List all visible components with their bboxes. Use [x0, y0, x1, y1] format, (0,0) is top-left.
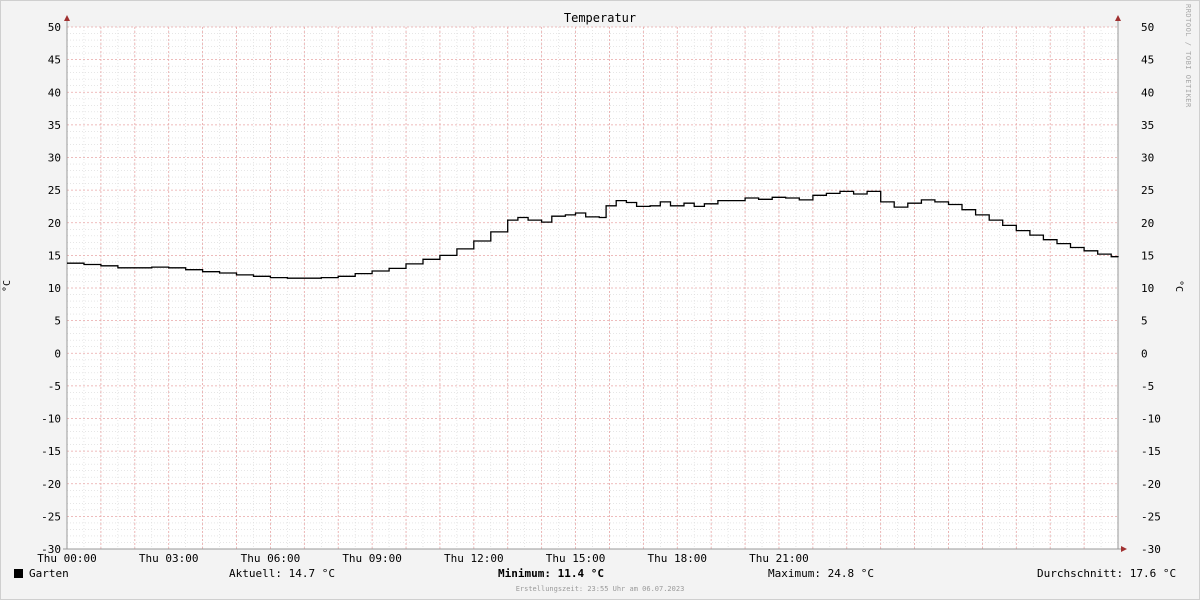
y-tick-label-right: 45	[1141, 54, 1154, 67]
y-axis-label-left: °C	[2, 280, 13, 293]
y-tick-label-right: 35	[1141, 119, 1154, 132]
stat-current: Aktuell: 14.7 °C	[229, 567, 335, 580]
y-tick-label-left: -5	[48, 380, 61, 393]
y-tick-label-left: 10	[48, 282, 61, 295]
y-tick-label-right: 25	[1141, 184, 1154, 197]
x-tick-label: Thu 12:00	[444, 552, 504, 565]
y-tick-label-right: -20	[1141, 478, 1161, 491]
y-tick-label-left: 15	[48, 249, 61, 262]
y-tick-label-left: -25	[41, 510, 61, 523]
x-tick-label: Thu 00:00	[37, 552, 97, 565]
y-tick-label-left: -20	[41, 478, 61, 491]
y-tick-label-left: -15	[41, 445, 61, 458]
stat-maximum: Maximum: 24.8 °C	[768, 567, 874, 580]
y-tick-label-right: 30	[1141, 152, 1154, 165]
y-tick-label-right: 10	[1141, 282, 1154, 295]
y-tick-labels-left: 50454035302520151050-5-10-15-20-25-30	[41, 21, 61, 556]
x-tick-label: Thu 21:00	[749, 552, 809, 565]
y-axis-label-right: °C	[1173, 280, 1184, 293]
y-tick-label-right: -10	[1141, 413, 1161, 426]
y-tick-labels-right: 50454035302520151050-5-10-15-20-25-30	[1141, 21, 1161, 556]
stat-minimum: Minimum: 11.4 °C	[498, 567, 604, 580]
y-tick-label-left: 5	[54, 315, 61, 328]
legend-series-label: Garten	[29, 567, 69, 580]
y-tick-label-left: 0	[54, 347, 61, 360]
y-tick-label-left: 45	[48, 54, 61, 67]
x-tick-label: Thu 15:00	[546, 552, 606, 565]
y-tick-label-right: 0	[1141, 347, 1148, 360]
creation-time-footer: Erstellungszeit: 23:55 Uhr am 06.07.2023	[515, 585, 685, 593]
x-tick-label: Thu 18:00	[647, 552, 707, 565]
x-tick-label: Thu 09:00	[342, 552, 402, 565]
chart-title: Temperatur	[563, 11, 637, 25]
x-tick-label: Thu 03:00	[139, 552, 199, 565]
y-tick-label-right: -25	[1141, 510, 1161, 523]
rrdtool-watermark: RRDTOOL / TOBI OETIKER	[1184, 4, 1192, 108]
y-tick-label-left: 25	[48, 184, 61, 197]
legend-item-garten: Garten	[14, 567, 69, 580]
y-tick-label-left: 30	[48, 152, 61, 165]
y-tick-label-left: -10	[41, 413, 61, 426]
y-tick-label-right: 5	[1141, 315, 1148, 328]
x-tick-label: Thu 06:00	[241, 552, 301, 565]
y-tick-label-right: -5	[1141, 380, 1154, 393]
y-tick-label-right: -30	[1141, 543, 1161, 556]
y-tick-label-left: 35	[48, 119, 61, 132]
y-tick-label-right: 20	[1141, 217, 1154, 230]
x-tick-labels: Thu 00:00 Thu 03:00 Thu 06:00 Thu 09:00 Thu …	[37, 552, 809, 565]
x-axis-arrow	[1121, 546, 1127, 552]
y-tick-label-left: 20	[48, 217, 61, 230]
y-tick-label-left: 40	[48, 86, 61, 99]
y-tick-label-right: -15	[1141, 445, 1161, 458]
y-tick-label-right: 15	[1141, 249, 1154, 262]
temperature-chart: 50454035302520151050-5-10-15-20-25-30 50…	[37, 15, 1161, 565]
legend-swatch	[14, 569, 23, 578]
stat-average: Durchschnitt: 17.6 °C	[1037, 567, 1177, 580]
y-tick-label-right: 40	[1141, 86, 1154, 99]
legend: Garten Aktuell: 14.7 °C Minimum: 11.4 °C…	[0, 567, 1200, 583]
